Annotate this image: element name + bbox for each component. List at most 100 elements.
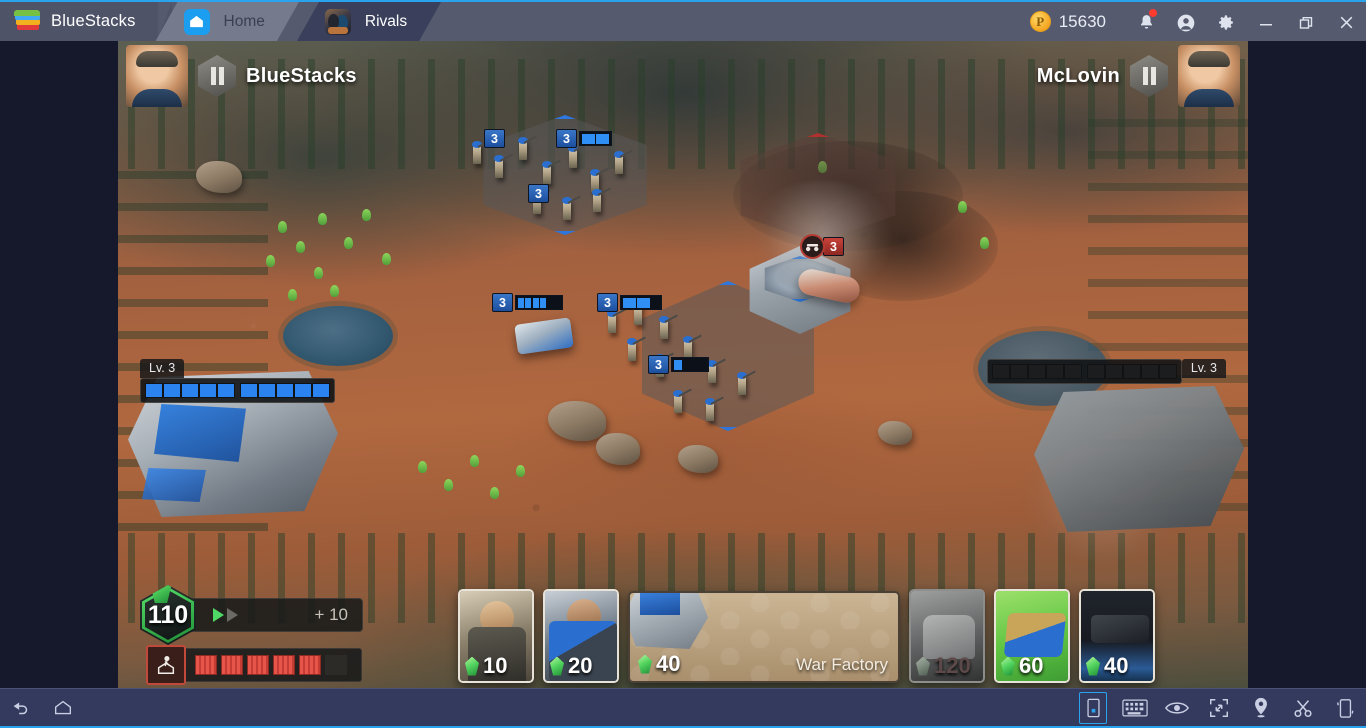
card-cost: 40 [1086, 653, 1149, 679]
player-base-level: Lv. 3 [140, 359, 335, 403]
card-cost-value: 120 [934, 653, 971, 678]
card-cost-value: 40 [656, 651, 681, 676]
card-artillery[interactable]: 40 [1079, 589, 1155, 683]
game-canvas[interactable]: Lv. 3 Lv. 3 3 3 3 3 3 3 3 BlueStacks McL… [118, 41, 1248, 688]
notification-badge [1149, 9, 1157, 17]
green-crystal-icon [916, 656, 930, 676]
card-cost-value: 60 [1019, 653, 1044, 678]
android-back-button[interactable] [0, 688, 42, 728]
card-bunker[interactable]: 120 [909, 589, 985, 683]
shake-device-button[interactable] [1324, 688, 1366, 728]
home-app-icon [183, 8, 210, 35]
player-right-hud: McLovin [1037, 45, 1240, 107]
bluestacks-logo-icon [14, 9, 40, 33]
enemy-base-health-bar [986, 359, 1182, 384]
unit-marker[interactable]: 3 [556, 129, 612, 148]
player-right-rank-icon[interactable] [1130, 55, 1168, 97]
card-transport[interactable]: 60 [994, 589, 1070, 683]
resource-counter: 110 [140, 585, 196, 645]
screenshot-cut-button[interactable] [1282, 688, 1324, 728]
bluestacks-window: BlueStacks Home Rivals P 15630 Lv. 3 Lv.… [0, 0, 1366, 728]
enemy-base-level-label: Lv. 3 [1181, 359, 1226, 378]
tab-home-label: Home [223, 12, 265, 30]
green-crystal-icon [638, 654, 652, 674]
card-cost: 10 [465, 653, 528, 679]
unit-count: 3 [484, 129, 505, 148]
unit-marker[interactable]: 3 [597, 293, 662, 312]
unit-health-bar [671, 357, 709, 372]
resource-rate-label: + 10 [314, 605, 348, 624]
tab-rivals[interactable]: Rivals [297, 2, 441, 41]
title-bar: BlueStacks Home Rivals P 15630 [0, 0, 1366, 41]
green-crystal-icon [1001, 656, 1015, 676]
green-crystal-icon [550, 656, 564, 676]
card-war-factory[interactable]: War Factory 40 [628, 591, 900, 683]
deploy-charges [182, 648, 362, 682]
paratrooper-deploy-icon[interactable] [146, 645, 186, 685]
player-right-name: McLovin [1036, 64, 1120, 87]
android-home-button[interactable] [42, 688, 84, 728]
enemy-base-level: Lv. 3 [986, 359, 1226, 384]
emulator-toolbar [0, 688, 1366, 728]
unit-count: 3 [556, 129, 577, 148]
green-crystal-icon [150, 585, 172, 603]
unit-count: 3 [823, 237, 844, 256]
bluestacks-points-coin-icon: P [1029, 11, 1051, 32]
card-heavy[interactable]: 20 [543, 589, 619, 683]
unit-marker[interactable]: 3 [484, 129, 505, 148]
player-base-level-label: Lv. 3 [140, 359, 185, 378]
bluestacks-brand: BlueStacks [0, 2, 172, 41]
card-hand: 10 20 War Factory 40 120 60 40 [458, 589, 1155, 683]
unit-marker[interactable]: 3 [528, 184, 549, 203]
enemy-vehicle-icon [800, 234, 825, 259]
settings-button[interactable] [1206, 2, 1246, 43]
tab-home[interactable]: Home [156, 2, 299, 41]
close-button[interactable] [1326, 2, 1366, 43]
location-button[interactable] [1240, 688, 1282, 728]
points-value: 15630 [1058, 11, 1106, 31]
unit-count: 3 [597, 293, 618, 312]
resource-panel: 110 + 10 [140, 585, 363, 645]
card-cost: 60 [1001, 653, 1064, 679]
unit-health-bar [515, 295, 563, 310]
tab-rivals-label: Rivals [364, 12, 408, 30]
unit-count: 3 [648, 355, 669, 374]
notifications-button[interactable] [1126, 2, 1166, 43]
player-left-rank-icon[interactable] [198, 55, 236, 97]
card-rifleman[interactable]: 10 [458, 589, 534, 683]
unit-marker[interactable]: 3 [648, 355, 709, 374]
card-cost-value: 40 [1104, 653, 1129, 678]
player-right-portrait-icon [1178, 45, 1240, 107]
resource-value: 110 [147, 600, 189, 629]
restore-window-button[interactable] [1286, 2, 1326, 43]
account-button[interactable] [1166, 2, 1206, 43]
game-controls-button[interactable] [1072, 688, 1114, 728]
enemy-base[interactable] [1024, 371, 1248, 546]
card-cost: 120 [916, 653, 979, 679]
unit-count: 3 [528, 184, 549, 203]
fullscreen-button[interactable] [1198, 688, 1240, 728]
titlebar-spacer [441, 2, 1030, 41]
minimize-button[interactable] [1246, 2, 1286, 43]
player-base-health-bar [140, 378, 335, 403]
eye-drop-button[interactable] [1156, 688, 1198, 728]
keyboard-controls-button[interactable] [1114, 688, 1156, 728]
card-cost-value: 20 [568, 653, 593, 678]
brand-label: BlueStacks [51, 12, 136, 30]
player-left-name: BlueStacks [246, 64, 357, 87]
deploy-panel [146, 645, 362, 685]
green-crystal-icon [465, 656, 479, 676]
enemy-unit-marker[interactable]: 3 [800, 234, 844, 259]
unit-marker[interactable]: 3 [492, 293, 563, 312]
unit-health-bar [620, 295, 662, 310]
resource-track: + 10 [178, 598, 363, 632]
card-cost-value: 10 [483, 653, 508, 678]
resource-rate: + 10 [213, 605, 348, 625]
player-left-hud: BlueStacks [126, 45, 357, 107]
emulator-viewport[interactable]: Lv. 3 Lv. 3 3 3 3 3 3 3 3 BlueStacks McL… [0, 41, 1366, 688]
card-cost: 20 [550, 653, 613, 679]
bluestacks-points[interactable]: P 15630 [1029, 2, 1106, 41]
unit-count: 3 [492, 293, 513, 312]
unit-health-bar [579, 131, 612, 146]
card-label: War Factory [796, 655, 888, 674]
